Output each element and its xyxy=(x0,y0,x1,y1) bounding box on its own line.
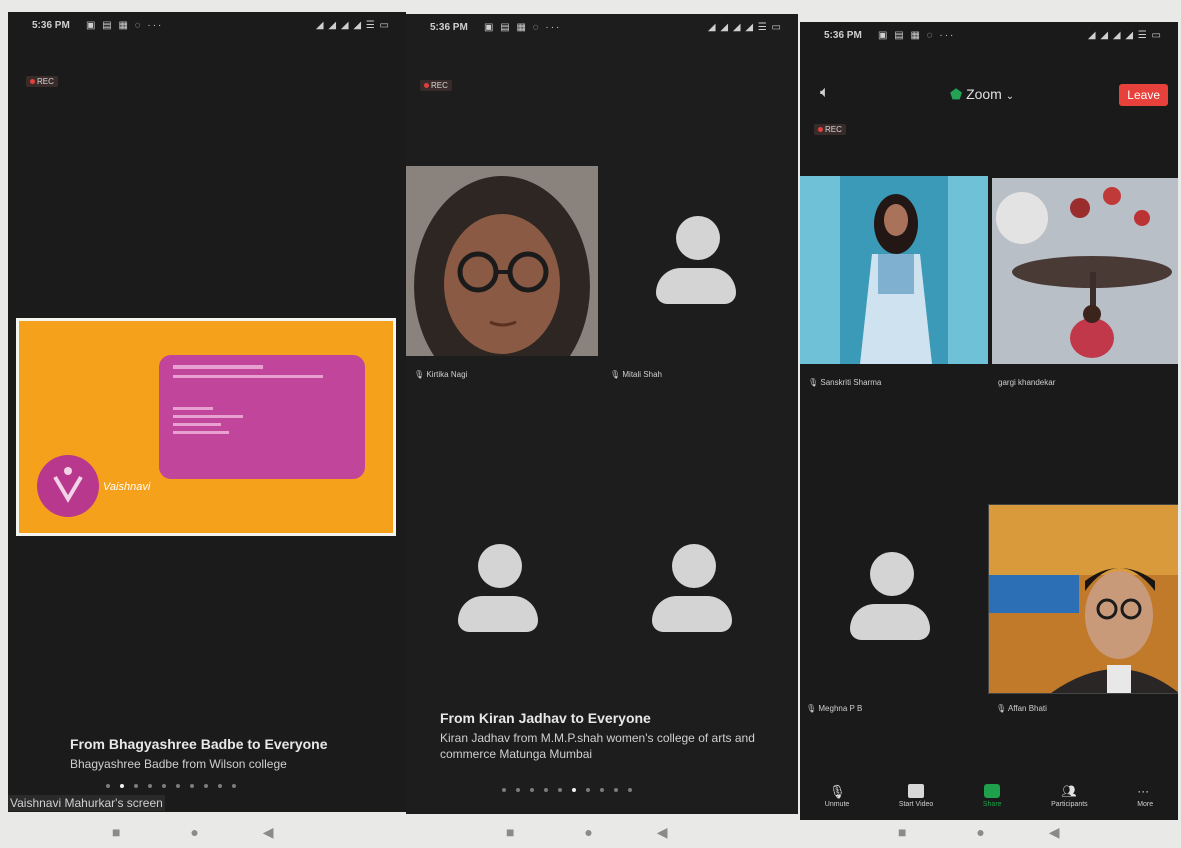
leave-button[interactable]: Leave xyxy=(1119,84,1168,106)
participant-name-label: 🎙︎ Sanskriti Sharma xyxy=(808,378,882,387)
participant-name-label: 🎙︎ Mitali Shah xyxy=(610,370,662,379)
record-dot-icon xyxy=(30,79,35,85)
share-icon xyxy=(984,784,1001,798)
chat-title: From Kiran Jadhav to Everyone xyxy=(440,710,651,726)
more-button[interactable]: ··· More xyxy=(1137,780,1153,820)
more-icon: ··· xyxy=(1137,784,1150,798)
chat-message: Bhagyashree Badbe from Wilson college xyxy=(70,757,287,771)
record-dot-icon xyxy=(424,83,429,89)
vaishnavi-logo xyxy=(37,455,99,517)
participant-video-feed xyxy=(989,505,1178,693)
participants-button[interactable]: 👥︎ Participants xyxy=(1051,780,1088,820)
notification-icons: ▣ ▤ ▦ ◌ ··· xyxy=(878,30,956,41)
chat-notification[interactable]: From Bhagyashree Badbe to Everyone Bhagy… xyxy=(70,736,328,772)
status-bar: 5:36 PM ▣ ▤ ▦ ◌ ··· ◢ ◢ ◢ ◢ ☰ ▭ xyxy=(800,30,1178,46)
chat-notification[interactable]: From Kiran Jadhav to Everyone Kiran Jadh… xyxy=(440,710,790,762)
notification-icons: ▣ ▤ ▦ ◌ ··· xyxy=(484,22,562,33)
recording-badge: REC xyxy=(420,80,452,91)
logo-wordmark: Vaishnavi xyxy=(103,481,151,493)
recording-label: REC xyxy=(37,77,54,86)
recents-icon[interactable]: ■ xyxy=(898,824,906,840)
participants-icon: 👥︎ xyxy=(1061,784,1077,798)
slide-info-card xyxy=(159,355,365,479)
recents-icon[interactable]: ■ xyxy=(506,824,514,840)
participant-video-tile[interactable] xyxy=(406,166,598,356)
back-icon[interactable]: ◀ xyxy=(263,824,274,840)
participant-video-feed xyxy=(992,178,1178,364)
phone-screen-3: 5:36 PM ▣ ▤ ▦ ◌ ··· ◢ ◢ ◢ ◢ ☰ ▭ 🔈︎ ⬟ Zoo… xyxy=(800,22,1178,820)
meeting-info-button[interactable]: ⬟ Zoom ⌄ xyxy=(950,86,1014,103)
android-nav-bar: ■ ● ◀ xyxy=(506,824,668,841)
meeting-toolbar: 🎙︎ Unmute Start Video Share 👥︎ Participa… xyxy=(800,780,1178,820)
participant-name-label: 🎙︎ Meghna P B xyxy=(806,704,863,713)
participant-avatar-icon xyxy=(652,544,732,639)
recents-icon[interactable]: ■ xyxy=(112,824,120,840)
participant-video-tile[interactable] xyxy=(800,176,988,364)
recording-label: REC xyxy=(431,81,448,90)
status-time: 5:36 PM xyxy=(430,22,468,33)
participant-name-label: 🎙︎ Affan Bhati xyxy=(996,704,1047,713)
page-indicator[interactable] xyxy=(502,788,632,792)
status-bar: 5:36 PM ▣ ▤ ▦ ◌ ··· ◢ ◢ ◢ ◢ ☰ ▭ xyxy=(406,22,798,38)
chat-message: Kiran Jadhav from M.M.P.shah women's col… xyxy=(440,731,755,761)
shared-screen-slide: Vaishnavi xyxy=(16,318,396,536)
shield-icon: ⬟ xyxy=(950,86,963,102)
participant-avatar-icon xyxy=(656,216,736,311)
unmute-button[interactable]: 🎙︎ Unmute xyxy=(825,780,850,820)
share-button[interactable]: Share xyxy=(983,780,1002,820)
android-nav-bar: ■ ● ◀ xyxy=(112,824,274,841)
speaker-icon[interactable]: 🔈︎ xyxy=(820,84,830,102)
signal-battery-icons: ◢ ◢ ◢ ◢ ☰ ▭ xyxy=(1087,30,1162,41)
participant-video-feed xyxy=(406,166,598,356)
recording-badge: REC xyxy=(26,76,58,87)
start-video-button[interactable]: Start Video xyxy=(899,780,933,820)
record-dot-icon xyxy=(818,127,823,133)
home-icon[interactable]: ● xyxy=(976,824,984,840)
mic-muted-icon: 🎙︎ xyxy=(829,784,846,799)
chat-title: From Bhagyashree Badbe to Everyone xyxy=(70,736,328,752)
back-icon[interactable]: ◀ xyxy=(657,824,668,840)
recording-label: REC xyxy=(825,125,842,134)
recording-badge: REC xyxy=(814,124,846,135)
notification-icons: ▣ ▤ ▦ ◌ ··· xyxy=(86,20,164,31)
home-icon[interactable]: ● xyxy=(190,824,198,840)
page-indicator[interactable] xyxy=(106,784,236,788)
phone-screen-1: 5:36 PM ▣ ▤ ▦ ◌ ··· ◢ ◢ ◢ ◢ ☰ ▭ REC Vais… xyxy=(8,12,406,812)
signal-battery-icons: ◢ ◢ ◢ ◢ ☰ ▭ xyxy=(315,20,390,31)
status-time: 5:36 PM xyxy=(824,30,862,41)
video-off-icon xyxy=(908,784,925,798)
participant-avatar-icon xyxy=(850,552,930,647)
status-bar: 5:36 PM ▣ ▤ ▦ ◌ ··· ◢ ◢ ◢ ◢ ☰ ▭ xyxy=(8,20,406,36)
screen-share-label: Vaishnavi Mahurkar's screen xyxy=(8,795,165,811)
signal-battery-icons: ◢ ◢ ◢ ◢ ☰ ▭ xyxy=(707,22,782,33)
home-icon[interactable]: ● xyxy=(584,824,592,840)
participant-avatar-icon xyxy=(458,544,538,639)
participant-name-label: gargi khandekar xyxy=(998,378,1056,387)
status-time: 5:36 PM xyxy=(32,20,70,31)
back-icon[interactable]: ◀ xyxy=(1049,824,1060,840)
participant-video-feed xyxy=(800,176,988,364)
participant-video-tile[interactable] xyxy=(988,504,1178,694)
android-nav-bar: ■ ● ◀ xyxy=(898,824,1060,841)
participant-video-tile[interactable] xyxy=(992,178,1178,364)
phone-screen-2: 5:36 PM ▣ ▤ ▦ ◌ ··· ◢ ◢ ◢ ◢ ☰ ▭ REC 🎙︎ K… xyxy=(406,14,798,814)
app-title: Zoom xyxy=(966,86,1002,102)
participant-name-label: 🎙︎ Kirtika Nagi xyxy=(414,370,468,379)
chevron-down-icon: ⌄ xyxy=(1005,91,1015,102)
